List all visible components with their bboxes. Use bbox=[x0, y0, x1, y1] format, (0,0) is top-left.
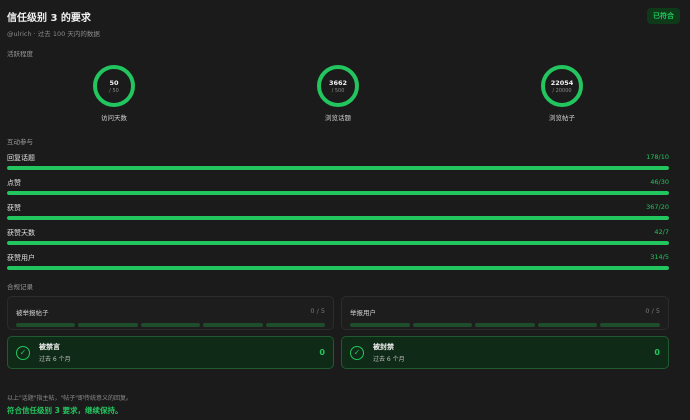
penalty-sub: 过去 6 个月 bbox=[39, 356, 71, 363]
stat-label: 浏览帖子 bbox=[549, 114, 575, 122]
progress-fill bbox=[7, 191, 669, 195]
check-icon: ✓ bbox=[16, 345, 30, 360]
page-header: 信任级别 3 的要求 已符合 bbox=[7, 8, 680, 24]
progress-track bbox=[7, 216, 669, 220]
stat-value: 3662 bbox=[328, 78, 348, 87]
stat-requirement: / 500 bbox=[331, 87, 345, 94]
progress-value: 42/7 bbox=[654, 228, 669, 236]
summary-text: 符合信任级别 3 要求，继续保持。 bbox=[7, 406, 123, 415]
progress-ring: 50 / 50 bbox=[93, 65, 135, 107]
progress-label: 获赞天数 bbox=[7, 229, 35, 237]
progress-fill bbox=[7, 216, 669, 220]
status-badge: 已符合 bbox=[647, 8, 680, 24]
stat-label: 访问天数 bbox=[101, 114, 127, 122]
progress-ring: 3662 / 500 bbox=[317, 65, 359, 107]
stat-value: 50 bbox=[109, 78, 119, 87]
progress-fill bbox=[7, 241, 669, 245]
report-label: 举报用户 bbox=[350, 309, 376, 317]
progress-value: 367/20 bbox=[646, 203, 669, 211]
progress-value: 46/30 bbox=[650, 178, 669, 186]
report-label: 被举报帖子 bbox=[16, 309, 49, 317]
progress-fill bbox=[7, 266, 669, 270]
progress-value: 314/5 bbox=[650, 253, 669, 261]
progress-row-likes-received: 获赞 367/20 bbox=[7, 203, 669, 220]
report-card-flagged-posts: 被举报帖子 0 / 5 bbox=[7, 296, 334, 330]
segment-bar bbox=[8, 317, 333, 327]
stat-requirement: / 20000 bbox=[552, 87, 572, 94]
stat-label: 浏览话题 bbox=[325, 114, 351, 122]
progress-track bbox=[7, 166, 669, 170]
progress-label: 点赞 bbox=[7, 179, 21, 187]
stat-topics-viewed: 3662 / 500 浏览话题 bbox=[293, 65, 383, 122]
segment-bar bbox=[342, 317, 668, 327]
penalty-card-suspended: ✓ 被封禁 过去 6 个月 0 bbox=[341, 336, 669, 369]
progress-label: 获赞用户 bbox=[7, 254, 35, 262]
progress-row-likes-given: 点赞 46/30 bbox=[7, 178, 669, 195]
page-subtitle: @ulrich · 过去 100 天内的数据 bbox=[7, 30, 100, 38]
page-title: 信任级别 3 的要求 bbox=[7, 12, 91, 24]
penalty-value: 0 bbox=[319, 348, 325, 357]
stat-posts-read: 22054 / 20000 浏览帖子 bbox=[517, 65, 607, 122]
stat-requirement: / 50 bbox=[109, 87, 119, 94]
progress-row-liked-days: 获赞天数 42/7 bbox=[7, 228, 669, 245]
report-card-flagged-users: 举报用户 0 / 5 bbox=[341, 296, 669, 330]
progress-label: 回复话题 bbox=[7, 154, 35, 162]
stat-visit-days: 50 / 50 访问天数 bbox=[69, 65, 159, 122]
progress-fill bbox=[7, 166, 669, 170]
progress-track bbox=[7, 266, 669, 270]
penalty-title: 被禁言 bbox=[39, 343, 60, 351]
penalty-card-silenced: ✓ 被禁言 过去 6 个月 0 bbox=[7, 336, 334, 369]
progress-track bbox=[7, 191, 669, 195]
progress-value: 178/10 bbox=[646, 153, 669, 161]
section-label-compliance: 合规记录 bbox=[7, 283, 33, 291]
progress-row-liked-users: 获赞用户 314/5 bbox=[7, 253, 669, 270]
section-label-interaction: 互动参与 bbox=[7, 138, 33, 146]
report-count: 0 / 5 bbox=[310, 307, 325, 315]
penalty-title: 被封禁 bbox=[373, 343, 394, 351]
progress-track bbox=[7, 241, 669, 245]
progress-label: 获赞 bbox=[7, 204, 21, 212]
penalty-value: 0 bbox=[654, 348, 660, 357]
section-label-activity: 活跃程度 bbox=[7, 50, 33, 58]
penalty-sub: 过去 6 个月 bbox=[373, 356, 405, 363]
check-icon: ✓ bbox=[350, 345, 364, 360]
report-count: 0 / 5 bbox=[645, 307, 660, 315]
footnote: 以上"话题"指主帖，"帖子"即传统意义的回复。 bbox=[7, 395, 133, 402]
progress-row-replies: 回复话题 178/10 bbox=[7, 153, 669, 170]
stat-value: 22054 bbox=[550, 78, 574, 87]
progress-ring: 22054 / 20000 bbox=[541, 65, 583, 107]
trust-level-page: 信任级别 3 的要求 已符合 @ulrich · 过去 100 天内的数据 活跃… bbox=[0, 0, 690, 420]
